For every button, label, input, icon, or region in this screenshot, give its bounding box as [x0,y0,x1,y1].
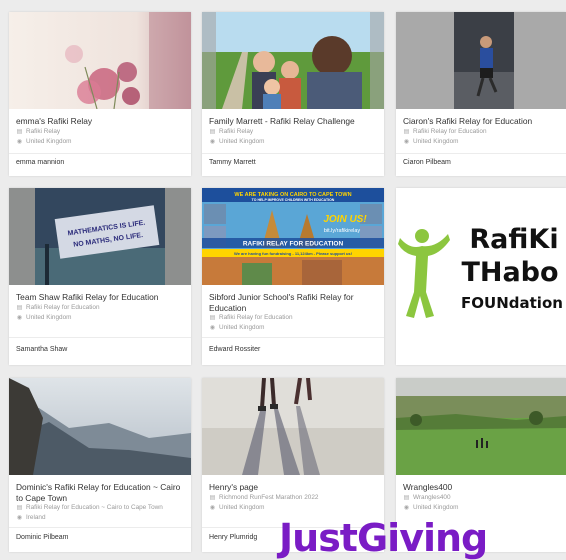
team-icon: ▤ [209,494,216,501]
location-pin-icon: ◉ [209,504,216,511]
svg-text:RAFIKI RELAY FOR EDUCATION: RAFIKI RELAY FOR EDUCATION [243,241,344,248]
card-title[interactable]: Sibford Junior School's Rafiki Relay for… [209,292,377,313]
card-owner: Edward Rossiter [209,346,261,353]
svg-text:TO HELP IMPROVE CHILDREN WITH: TO HELP IMPROVE CHILDREN WITH EDUCATION [252,198,335,202]
card-image-maths-sign[interactable]: MATHEMATICS IS LIFE. NO MATHS, NO LIFE. [9,188,191,285]
fundraiser-card[interactable]: MATHEMATICS IS LIFE. NO MATHS, NO LIFE. … [9,188,191,365]
location-pin-icon: ◉ [403,138,410,145]
card-team: Richmond RunFest Marathon 2022 [219,493,319,501]
divider [202,152,384,154]
team-icon: ▤ [403,494,410,501]
fundraiser-card[interactable]: Family Marrett - Rafiki Relay Challenge … [202,12,384,176]
card-owner: emma mannion [16,158,65,166]
fundraiser-card-logo[interactable]: RafiKi THabo FOUNdation [396,188,566,365]
team-icon: ▤ [16,128,23,135]
card-image-family-selfie[interactable] [202,12,384,109]
card-owner: Samantha Shaw [16,345,68,353]
card-location: United Kingdom [219,503,265,511]
card-title[interactable]: Team Shaw Rafiki Relay for Education [16,292,184,303]
fundraiser-card[interactable]: WE ARE TAKING ON CAIRO TO CAPE TOWN TO H… [202,188,384,365]
card-team: Rafiki Relay [219,127,254,135]
card-location: United Kingdom [26,313,72,321]
logo-line-1: RafiKi [469,224,558,255]
card-owner: Tammy Marrett [209,158,256,166]
card-image-relay-poster[interactable]: WE ARE TAKING ON CAIRO TO CAPE TOWN TO H… [202,188,384,285]
card-team: Rafiki Relay [26,127,61,135]
card-title[interactable]: emma's Rafiki Relay [16,116,184,127]
location-pin-icon: ◉ [403,504,410,511]
fundraiser-card[interactable]: Ciaron's Rafiki Relay for Education ▤ Raf… [396,12,566,176]
divider [202,337,384,338]
divider [9,152,191,154]
justgiving-logo: JustGiving [279,516,488,560]
card-title[interactable]: Henry's page [209,482,377,493]
card-title[interactable]: Dominic's Rafiki Relay for Education ~ C… [16,482,184,503]
fundraiser-card[interactable]: Dominic's Rafiki Relay for Education ~ C… [9,378,191,552]
team-icon: ▤ [403,128,410,135]
card-location: United Kingdom [26,137,72,145]
card-owner: Ciaron Pilbeam [403,158,451,166]
divider [9,336,191,338]
card-image-runners-legs[interactable] [202,378,384,475]
card-location: Ireland [26,514,46,521]
card-title[interactable]: Family Marrett - Rafiki Relay Challenge [209,116,377,127]
svg-text:We are having fun fundraising: We are having fun fundraising - 11,124km… [234,251,352,256]
card-image-mountains[interactable] [9,378,191,475]
svg-text:bit.ly/rafikirelay: bit.ly/rafikirelay [324,228,361,234]
location-pin-icon: ◉ [16,515,23,521]
team-icon: ▤ [16,505,23,511]
team-icon: ▤ [16,304,23,311]
card-team: Rafiki Relay for Education [219,314,293,321]
fundraiser-card[interactable]: emma's Rafiki Relay ▤ Rafiki Relay ◉ Unite… [9,12,191,176]
card-owner: Dominic Pilbeam [16,534,69,541]
card-team: Rafiki Relay for Education ~ Cairo to Ca… [26,504,163,511]
team-icon: ▤ [209,315,216,321]
svg-text:JOIN US!: JOIN US! [323,214,367,225]
card-team: Wrangles400 [413,493,451,501]
card-location: United Kingdom [219,137,265,145]
location-pin-icon: ◉ [209,325,216,331]
divider [9,527,191,528]
rafiki-thabo-logo[interactable]: RafiKi THabo FOUNdation [396,188,566,365]
card-title[interactable]: Ciaron's Rafiki Relay for Education [403,116,559,127]
card-team: Rafiki Relay for Education [413,127,487,135]
card-team: Rafiki Relay for Education [26,303,100,311]
location-pin-icon: ◉ [16,138,23,145]
card-title[interactable]: Wrangles400 [403,482,559,493]
card-image-pink-flowers[interactable] [9,12,191,109]
card-location: United Kingdom [413,503,459,511]
location-pin-icon: ◉ [209,138,216,145]
divider [396,152,566,154]
card-location: United Kingdom [219,324,265,331]
team-icon: ▤ [209,128,216,135]
logo-line-2: THabo [461,257,558,288]
card-location: United Kingdom [413,137,459,145]
location-pin-icon: ◉ [16,314,23,321]
card-image-countryside[interactable] [396,378,566,475]
logo-line-3: FOUNdation [461,294,563,312]
card-image-runner-night[interactable] [396,12,566,109]
